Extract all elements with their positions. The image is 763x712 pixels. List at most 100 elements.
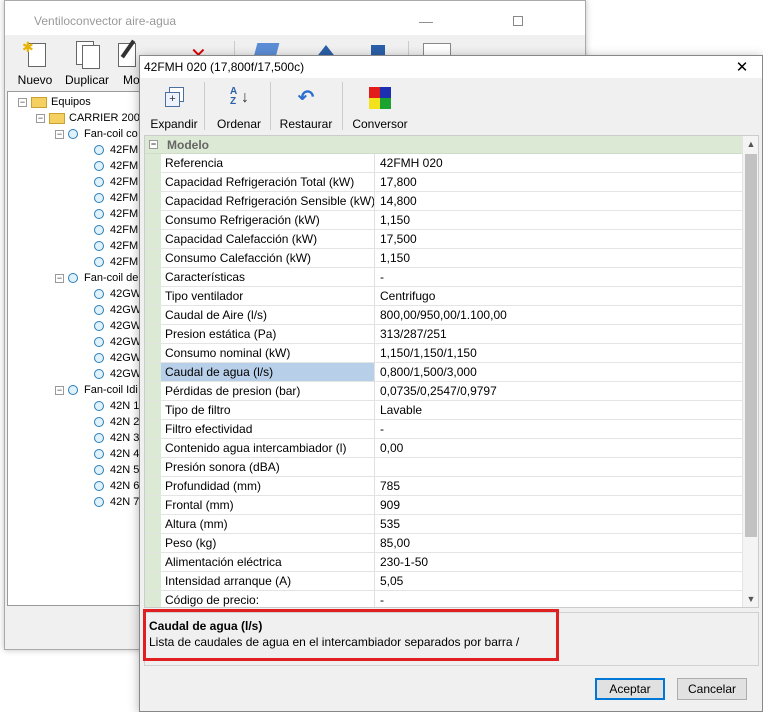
property-row[interactable]: Peso (kg) 85,00 [145, 534, 758, 553]
property-row[interactable]: Consumo Calefacción (kW) 1,150 [145, 249, 758, 268]
property-value[interactable]: 0,00 [375, 439, 758, 457]
property-row[interactable]: Profundidad (mm) 785 [145, 477, 758, 496]
property-row[interactable]: Consumo nominal (kW) 1,150/1,150/1,150 [145, 344, 758, 363]
property-row[interactable]: Caudal de agua (l/s) 0,800/1,500/3,000 [145, 363, 758, 382]
property-row[interactable]: Características - [145, 268, 758, 287]
property-row[interactable]: Alimentación eléctrica 230-1-50 [145, 553, 758, 572]
property-row[interactable]: Consumo Refrigeración (kW) 1,150 [145, 211, 758, 230]
tree-node-label: 42N 60 [110, 480, 140, 492]
tree-item[interactable]: 42GWC [94, 334, 139, 350]
tree-item[interactable]: 42FMH [94, 238, 139, 254]
tree-brand[interactable]: − CARRIER 2008 [36, 110, 139, 126]
property-value[interactable]: 313/287/251 [375, 325, 758, 343]
tree-item[interactable]: 42N 50 [94, 462, 139, 478]
property-row[interactable]: Capacidad Refrigeración Sensible (kW) 14,… [145, 192, 758, 211]
property-row[interactable]: Frontal (mm) 909 [145, 496, 758, 515]
property-value[interactable]: - [375, 420, 758, 438]
property-value[interactable]: 0,0735/0,2547/0,9797 [375, 382, 758, 400]
property-value[interactable] [375, 458, 758, 476]
property-row[interactable]: Tipo de filtro Lavable [145, 401, 758, 420]
equipment-tree[interactable]: −Equipos−CARRIER 2008−Fan-coil co42FMH42… [7, 91, 140, 606]
tree-item[interactable]: 42FMH [94, 222, 139, 238]
property-value[interactable]: 17,500 [375, 230, 758, 248]
category-header[interactable]: − Modelo [145, 136, 758, 154]
cancel-button[interactable]: Cancelar [677, 678, 747, 700]
property-value[interactable]: 85,00 [375, 534, 758, 552]
property-value[interactable]: 0,800/1,500/3,000 [375, 363, 758, 381]
tree-node-label: 42N 75 [110, 496, 140, 508]
tree-item[interactable]: 42N 75 [94, 494, 140, 510]
tree-item[interactable]: 42FMH [94, 174, 139, 190]
property-row[interactable]: Tipo ventilador Centrifugo [145, 287, 758, 306]
collapse-icon[interactable]: − [55, 129, 64, 139]
tree-item[interactable]: 42GWC [94, 286, 139, 302]
property-value[interactable]: 1,150 [375, 249, 758, 267]
tree-item[interactable]: 42N 60 [94, 478, 140, 494]
property-value[interactable]: 1,150 [375, 211, 758, 229]
collapse-icon[interactable]: − [18, 97, 27, 107]
accept-button[interactable]: Aceptar [595, 678, 665, 700]
tree-item[interactable]: 42N 33 [94, 430, 139, 446]
tree-item[interactable]: 42FMH [94, 158, 139, 174]
property-value[interactable]: 42FMH 020 [375, 154, 758, 172]
property-row[interactable]: Presión sonora (dBA) [145, 458, 758, 477]
property-row[interactable]: Referencia 42FMH 020 [145, 154, 758, 173]
property-row[interactable]: Altura (mm) 535 [145, 515, 758, 534]
tree-item[interactable]: 42GWC [94, 318, 139, 334]
property-value[interactable]: 785 [375, 477, 758, 495]
converter-button[interactable]: Conversor [350, 84, 410, 132]
duplicate-button[interactable]: Duplicar [61, 39, 113, 89]
sort-button[interactable]: A Z ↓ Ordenar [212, 84, 266, 132]
scroll-up-icon[interactable]: ▲ [743, 136, 758, 152]
property-value[interactable]: 535 [375, 515, 758, 533]
tree-item[interactable]: 42FMH [94, 206, 139, 222]
property-value[interactable]: 5,05 [375, 572, 758, 590]
tree-group[interactable]: − Fan-coil Idi [55, 382, 138, 398]
property-value[interactable]: 1,150/1,150/1,150 [375, 344, 758, 362]
tree-item[interactable]: 42N 43 [94, 446, 139, 462]
property-value[interactable]: 14,800 [375, 192, 758, 210]
property-value[interactable]: 800,00/950,00/1.100,00 [375, 306, 758, 324]
property-value[interactable]: 17,800 [375, 173, 758, 191]
close-button[interactable]: ✕ [722, 56, 762, 78]
tree-item[interactable]: 42GWC [94, 302, 139, 318]
collapse-icon[interactable]: − [55, 385, 64, 395]
property-value[interactable]: Centrifugo [375, 287, 758, 305]
property-row[interactable]: Contenido agua intercambiador (l) 0,00 [145, 439, 758, 458]
property-row[interactable]: Pérdidas de presion (bar) 0,0735/0,2547/0… [145, 382, 758, 401]
property-row[interactable]: Caudal de Aire (l/s) 800,00/950,00/1.100,… [145, 306, 758, 325]
collapse-icon[interactable]: − [36, 113, 45, 123]
property-grid[interactable]: − Modelo Referencia 42FMH 020 Capacidad Re… [144, 135, 759, 608]
tree-item[interactable]: 42GWC [94, 366, 139, 382]
tree-root[interactable]: − Equipos [18, 94, 91, 110]
property-value[interactable]: 230-1-50 [375, 553, 758, 571]
new-button[interactable]: ✱ Nuevo [9, 39, 61, 89]
property-row[interactable]: Capacidad Calefacción (kW) 17,500 [145, 230, 758, 249]
property-row[interactable]: Filtro efectividad - [145, 420, 758, 439]
tree-item[interactable]: 42N 16 [94, 398, 139, 414]
modify-button[interactable]: Mo [113, 39, 141, 89]
property-row[interactable]: Presion estática (Pa) 313/287/251 [145, 325, 758, 344]
property-row[interactable]: Intensidad arranque (A) 5,05 [145, 572, 758, 591]
tree-group[interactable]: − Fan-coil co [55, 126, 138, 142]
collapse-icon[interactable]: − [55, 273, 64, 283]
collapse-icon[interactable]: − [149, 140, 158, 149]
tree-item[interactable]: 42N 25 [94, 414, 139, 430]
scroll-thumb[interactable] [745, 154, 757, 537]
tree-item[interactable]: 42FMH [94, 142, 139, 158]
property-value[interactable]: - [375, 591, 758, 607]
row-gutter [145, 420, 161, 438]
tree-item[interactable]: 42FMH [94, 190, 139, 206]
tree-group[interactable]: − Fan-coil de [55, 270, 138, 286]
property-value[interactable]: Lavable [375, 401, 758, 419]
scroll-down-icon[interactable]: ▼ [743, 591, 758, 607]
property-row[interactable]: Código de precio: - [145, 591, 758, 607]
expand-button[interactable]: + Expandir [148, 84, 200, 132]
restore-button[interactable]: ↶ Restaurar [278, 84, 334, 132]
property-row[interactable]: Capacidad Refrigeración Total (kW) 17,800 [145, 173, 758, 192]
property-value[interactable]: 909 [375, 496, 758, 514]
vertical-scrollbar[interactable]: ▲ ▼ [742, 136, 758, 607]
property-value[interactable]: - [375, 268, 758, 286]
tree-item[interactable]: 42FMH [94, 254, 139, 270]
tree-item[interactable]: 42GWC [94, 350, 139, 366]
